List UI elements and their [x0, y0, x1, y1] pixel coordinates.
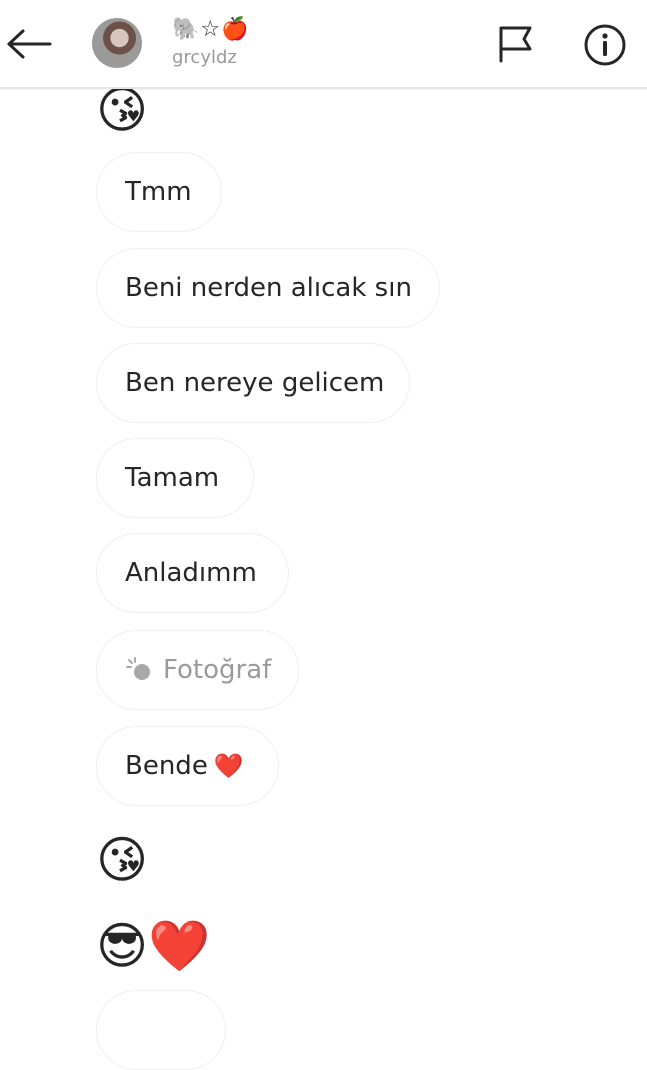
message-bubble[interactable]: Anladımm [96, 533, 289, 613]
photo-label: Fotoğraf [163, 655, 272, 685]
message-text: Tamam [125, 463, 220, 493]
chat-header: 🐘☆🍎 grcyldz [0, 0, 647, 89]
avatar[interactable] [92, 18, 142, 68]
message-bubble[interactable]: Tamam [96, 438, 254, 518]
heart-emoji: ❤️ [213, 752, 244, 780]
info-button[interactable] [582, 22, 628, 68]
message-emoji: 😘 [96, 80, 148, 140]
photo-message-bubble[interactable]: Fotoğraf [96, 630, 299, 710]
photo-icon [125, 656, 155, 684]
flag-button[interactable] [494, 22, 538, 66]
message-text: Beni nerden alıcak sın [125, 273, 412, 303]
message-text: Bende [125, 751, 208, 781]
message-text: Tmm [125, 177, 192, 207]
kiss-emoji: 😘 [96, 831, 149, 889]
message-bubble[interactable]: Tmm [96, 152, 222, 232]
username: grcyldz [172, 47, 237, 68]
sunglasses-heart-emoji: 😎❤️ [96, 917, 211, 975]
message-bubble[interactable]: Bende ❤️ [96, 726, 279, 806]
message-emoji: 😘 [96, 830, 148, 890]
message-thread[interactable]: 😘 Tmm Beni nerden alıcak sın Ben nereye … [0, 0, 647, 1070]
arrow-left-icon [7, 29, 52, 59]
display-name: 🐘☆🍎 [172, 17, 250, 42]
chat-title[interactable]: 🐘☆🍎 grcyldz [172, 16, 322, 76]
message-bubble[interactable]: Beni nerden alıcak sın [96, 248, 440, 328]
flag-icon [499, 26, 532, 63]
message-emoji: 😎❤️ [96, 916, 210, 976]
message-text: Ben nereye gelicem [125, 368, 385, 398]
message-bubble[interactable]: Ben nereye gelicem [96, 343, 410, 423]
message-bubble-partial[interactable] [96, 990, 226, 1070]
back-button[interactable] [4, 22, 54, 66]
message-text: Anladımm [125, 558, 257, 588]
kiss-emoji: 😘 [96, 81, 149, 139]
info-icon [584, 24, 626, 66]
